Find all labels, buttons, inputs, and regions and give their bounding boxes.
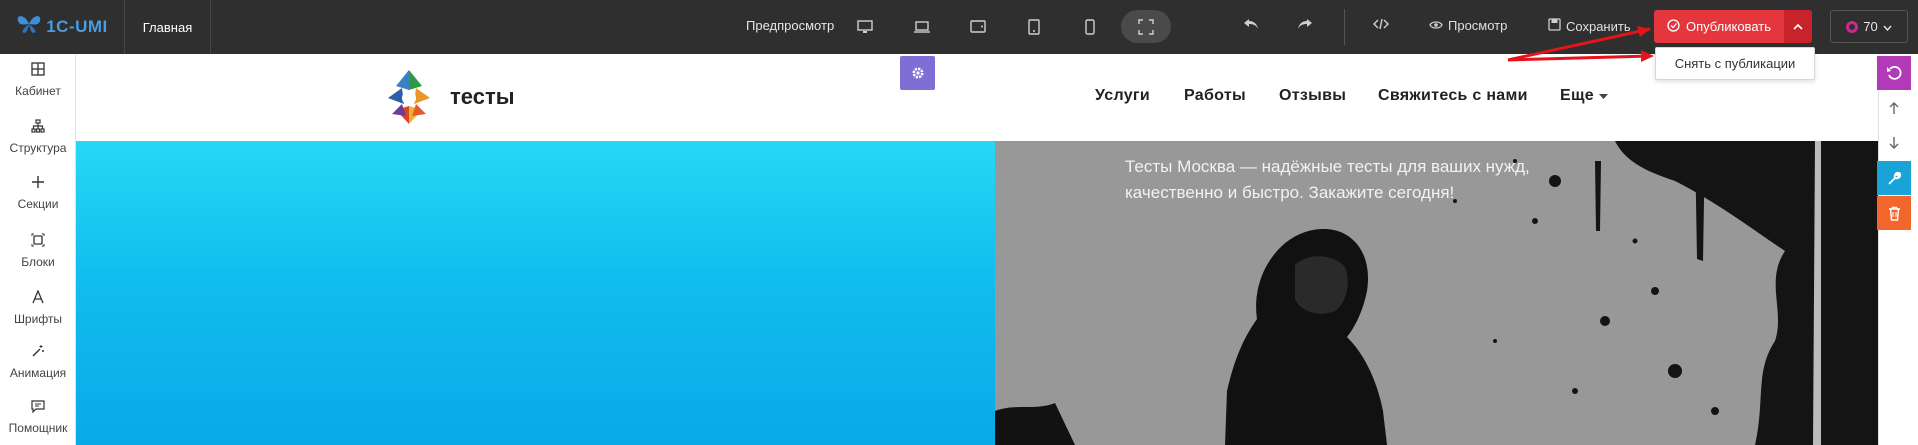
sidebar-item-assistant[interactable]: Помощник [0, 399, 76, 435]
progress-ring-icon [1846, 20, 1859, 33]
sidebar-item-label: Кабинет [15, 84, 61, 98]
sidebar-item-label: Анимация [9, 366, 67, 380]
sidebar-item-cabinet[interactable]: Кабинет [0, 62, 76, 98]
logo-text: 1C-UMI [46, 17, 108, 36]
publish-label: Опубликовать [1685, 19, 1771, 34]
sidebar-item-sections[interactable]: Секции [0, 175, 76, 211]
nav-item-reviews[interactable]: Отзывы [1279, 87, 1346, 105]
tablet-icon[interactable] [1009, 10, 1059, 43]
section-settings-gear-icon[interactable] [900, 56, 935, 90]
editor-canvas: тесты Услуги Работы Отзывы Свяжитесь с н… [76, 54, 1878, 445]
trash-icon[interactable] [1877, 196, 1911, 230]
nav-more-label: Еще [1560, 87, 1594, 104]
left-sidebar: Кабинет Структура Секции Блоки Шрифты Ан… [0, 54, 76, 445]
arrow-down-icon[interactable] [1877, 126, 1911, 160]
arrow-up-icon[interactable] [1877, 91, 1911, 125]
tablet-landscape-icon[interactable] [953, 10, 1003, 43]
view-label: Просмотр [1448, 18, 1508, 33]
hero-left-panel[interactable] [76, 141, 995, 445]
nav-item-works[interactable]: Работы [1184, 87, 1246, 105]
annotation-arrows [1507, 26, 1654, 62]
eye-icon [1429, 18, 1443, 33]
sidebar-item-fonts[interactable]: Шрифты [0, 289, 76, 326]
site-logo-icon[interactable] [382, 68, 436, 126]
undo-icon[interactable] [1243, 17, 1259, 35]
sidebar-item-label: Блоки [21, 255, 55, 269]
publish-main[interactable]: Опубликовать [1654, 18, 1784, 35]
publish-button[interactable]: Опубликовать [1654, 10, 1812, 43]
nav-item-services[interactable]: Услуги [1095, 87, 1150, 105]
nav-item-more[interactable]: Еще [1560, 87, 1608, 105]
caret-down-icon [1598, 87, 1608, 104]
plus-icon [0, 175, 76, 194]
view-button[interactable]: Просмотр [1429, 18, 1507, 33]
laptop-icon[interactable] [897, 10, 947, 43]
structure-icon [0, 119, 76, 138]
sidebar-item-label: Структура [9, 141, 67, 155]
check-circle-icon [1667, 18, 1680, 35]
blocks-icon [0, 233, 76, 252]
chat-icon [0, 399, 76, 418]
app-logo[interactable]: 1C-UMI [0, 0, 125, 54]
site-name[interactable]: тесты [450, 84, 515, 110]
zoom-value: 70 [1863, 19, 1878, 34]
chevron-down-icon [1883, 19, 1892, 34]
mobile-icon[interactable] [1065, 10, 1115, 43]
sidebar-item-animation[interactable]: Анимация [0, 344, 76, 380]
fullscreen-icon[interactable] [1121, 10, 1171, 43]
cabinet-icon [0, 62, 76, 81]
magic-wand-icon [0, 344, 76, 363]
desktop-icon[interactable] [840, 10, 890, 43]
code-icon[interactable] [1373, 17, 1389, 35]
nav-item-contact[interactable]: Свяжитесь с нами [1378, 87, 1528, 105]
hero-text[interactable]: Тесты Москва — надёжные тесты для ваших … [1125, 154, 1545, 206]
undo-icon[interactable] [1877, 56, 1911, 90]
chevron-up-icon[interactable] [1784, 10, 1812, 43]
sidebar-item-structure[interactable]: Структура [0, 119, 76, 155]
wrench-icon[interactable] [1877, 161, 1911, 195]
redo-icon[interactable] [1297, 17, 1313, 35]
fonts-icon [0, 289, 76, 309]
butterfly-logo-icon [16, 14, 42, 40]
toolbar-divider [1344, 9, 1345, 45]
sidebar-item-label: Шрифты [13, 312, 63, 326]
sidebar-item-label: Помощник [8, 421, 68, 435]
unpublish-menu-item[interactable]: Снять с публикации [1655, 47, 1815, 80]
sidebar-item-label: Секции [17, 197, 59, 211]
zoom-select[interactable]: 70 [1830, 10, 1908, 43]
page-tab-home[interactable]: Главная [125, 0, 211, 54]
sidebar-item-blocks[interactable]: Блоки [0, 233, 76, 269]
preview-label: Предпросмотр [746, 18, 835, 33]
